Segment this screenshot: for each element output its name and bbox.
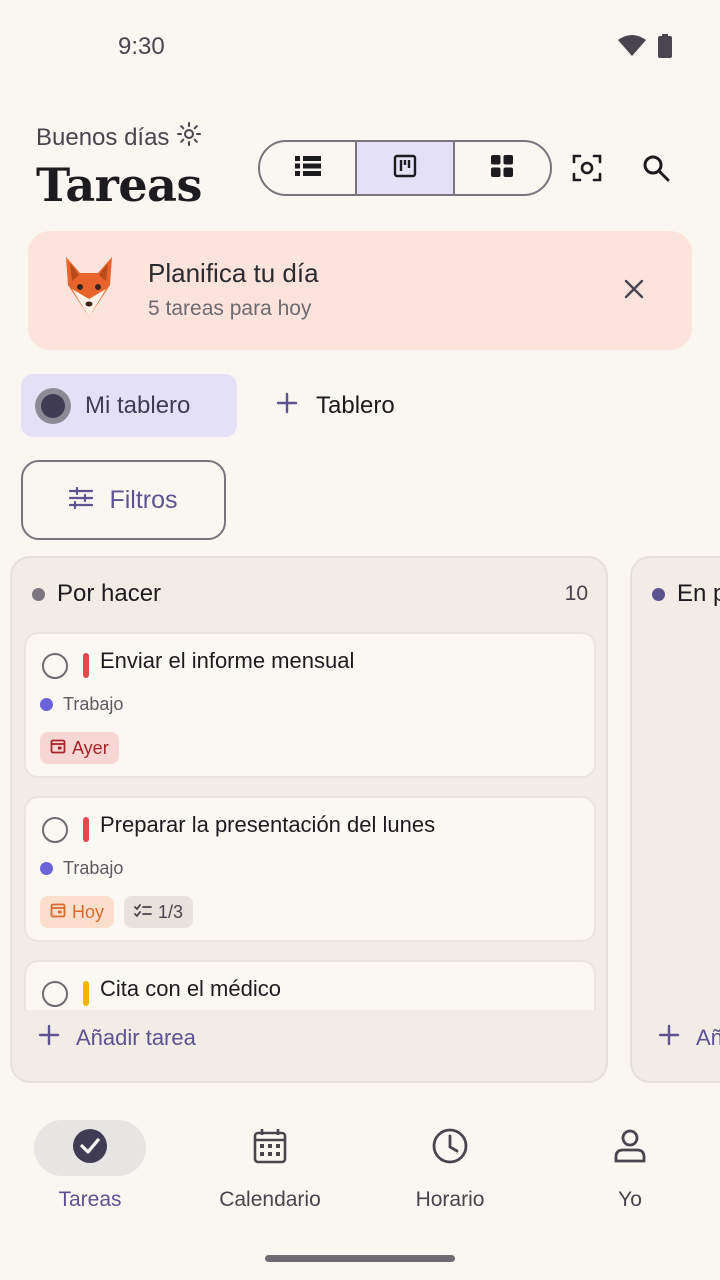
filters-button[interactable]: Filtros	[21, 460, 226, 540]
add-task-button[interactable]: Añ	[658, 1024, 720, 1051]
task-tag: Trabajo	[40, 694, 123, 715]
board-color-icon	[35, 387, 71, 424]
column-dot-icon	[652, 587, 665, 601]
task-card[interactable]: Cita con el médico	[24, 960, 596, 1010]
calendar-icon	[253, 1128, 287, 1169]
sun-icon	[177, 122, 202, 153]
task-card[interactable]: Preparar la presentación del lunes Traba…	[24, 796, 596, 942]
person-icon	[614, 1129, 646, 1168]
checklist-icon	[134, 902, 152, 923]
bottom-navigation: Tareas Calendario Horario Yo	[0, 1100, 720, 1280]
banner-subtitle: 5 tareas para hoy	[148, 297, 312, 320]
plus-icon	[276, 392, 298, 419]
board-view-icon	[393, 154, 417, 183]
scan-icon	[572, 153, 602, 188]
plus-icon	[658, 1024, 680, 1051]
nav-item-horario[interactable]: Horario	[360, 1120, 540, 1212]
status-bar: 9:30	[0, 0, 720, 94]
tag-dot-icon	[40, 862, 53, 875]
plus-icon	[38, 1024, 60, 1051]
task-title: Preparar la presentación del lunes	[100, 812, 436, 837]
task-checkbox[interactable]	[42, 653, 68, 679]
priority-indicator	[83, 817, 89, 842]
board-view-button[interactable]	[357, 142, 455, 194]
add-task-label: Añadir tarea	[76, 1024, 196, 1050]
nav-indicator	[34, 1120, 146, 1176]
search-button[interactable]	[632, 146, 680, 194]
add-board-button[interactable]: Tablero	[276, 374, 395, 437]
task-checkbox[interactable]	[42, 817, 68, 843]
column-count: 10	[564, 582, 588, 605]
scan-button[interactable]	[563, 146, 611, 194]
nav-label: Calendario	[219, 1188, 321, 1211]
page-title: Tareas	[36, 158, 202, 212]
column-dot-icon	[32, 587, 45, 601]
fox-mascot-icon	[60, 255, 118, 324]
nav-indicator	[214, 1120, 326, 1176]
priority-indicator	[83, 981, 89, 1006]
tag-label: Trabajo	[63, 858, 124, 878]
nav-item-yo[interactable]: Yo	[540, 1120, 720, 1212]
grid-view-icon	[490, 154, 514, 183]
kanban-column-por-hacer: Por hacer 10 Enviar el informe mensual T…	[10, 556, 608, 1083]
greeting: Buenos días	[36, 122, 202, 153]
subtask-progress: 1/3	[158, 901, 184, 922]
calendar-icon	[50, 902, 66, 923]
column-header: Por hacer	[32, 580, 161, 608]
clock-icon	[432, 1128, 468, 1169]
tag-label: Trabajo	[63, 694, 124, 714]
priority-indicator	[83, 653, 89, 678]
task-checkbox[interactable]	[42, 981, 68, 1007]
task-chips: Hoy 1/3	[40, 896, 194, 928]
filters-label: Filtros	[109, 485, 178, 514]
add-task-label: Añ	[696, 1024, 720, 1050]
due-date-chip: Hoy	[40, 896, 115, 928]
nav-indicator	[394, 1120, 506, 1176]
task-card[interactable]: Enviar el informe mensual Trabajo Ayer	[24, 632, 596, 778]
home-indicator[interactable]	[265, 1255, 455, 1262]
view-mode-toggle	[258, 140, 552, 196]
cards-list[interactable]: Enviar el informe mensual Trabajo Ayer P…	[12, 632, 606, 1010]
greeting-text: Buenos días	[36, 123, 170, 151]
nav-item-tareas[interactable]: Tareas	[0, 1120, 180, 1212]
due-date-label: Hoy	[72, 901, 105, 922]
task-title: Cita con el médico	[100, 976, 281, 1001]
nav-label: Yo	[618, 1188, 642, 1211]
board-chip-mi-tablero[interactable]: Mi tablero	[21, 374, 237, 437]
due-date-label: Ayer	[72, 737, 109, 758]
grid-view-button[interactable]	[455, 142, 550, 194]
check-circle-icon	[72, 1128, 108, 1169]
nav-indicator	[574, 1120, 686, 1176]
add-task-button[interactable]: Añadir tarea	[38, 1024, 196, 1051]
nav-item-calendario[interactable]: Calendario	[180, 1120, 360, 1212]
filter-icon	[69, 486, 94, 514]
nav-label: Tareas	[58, 1188, 122, 1211]
add-board-label: Tablero	[316, 391, 395, 419]
task-tag: Trabajo	[40, 858, 123, 879]
status-icons	[618, 34, 672, 63]
task-title: Enviar el informe mensual	[100, 648, 355, 673]
subtask-chip: 1/3	[124, 896, 194, 928]
kanban-column-en-progreso: En p Añ	[630, 556, 720, 1083]
calendar-icon	[50, 738, 66, 759]
task-chips: Ayer	[40, 732, 119, 764]
column-title: En p	[677, 580, 720, 607]
battery-icon	[658, 34, 672, 63]
due-date-chip: Ayer	[40, 732, 119, 764]
status-time: 9:30	[118, 33, 165, 60]
close-icon	[624, 279, 644, 304]
column-header: En p	[652, 580, 720, 608]
wifi-icon	[618, 35, 646, 62]
search-icon	[642, 154, 670, 187]
banner-title: Planifica tu día	[148, 258, 319, 288]
column-title: Por hacer	[57, 580, 162, 607]
board-chip-label: Mi tablero	[85, 391, 191, 419]
tag-dot-icon	[40, 698, 53, 711]
list-view-button[interactable]	[260, 142, 358, 194]
list-view-icon	[294, 155, 321, 182]
nav-label: Horario	[415, 1188, 485, 1211]
plan-day-banner[interactable]: Planifica tu día 5 tareas para hoy	[28, 231, 692, 350]
banner-close-button[interactable]	[616, 273, 652, 309]
